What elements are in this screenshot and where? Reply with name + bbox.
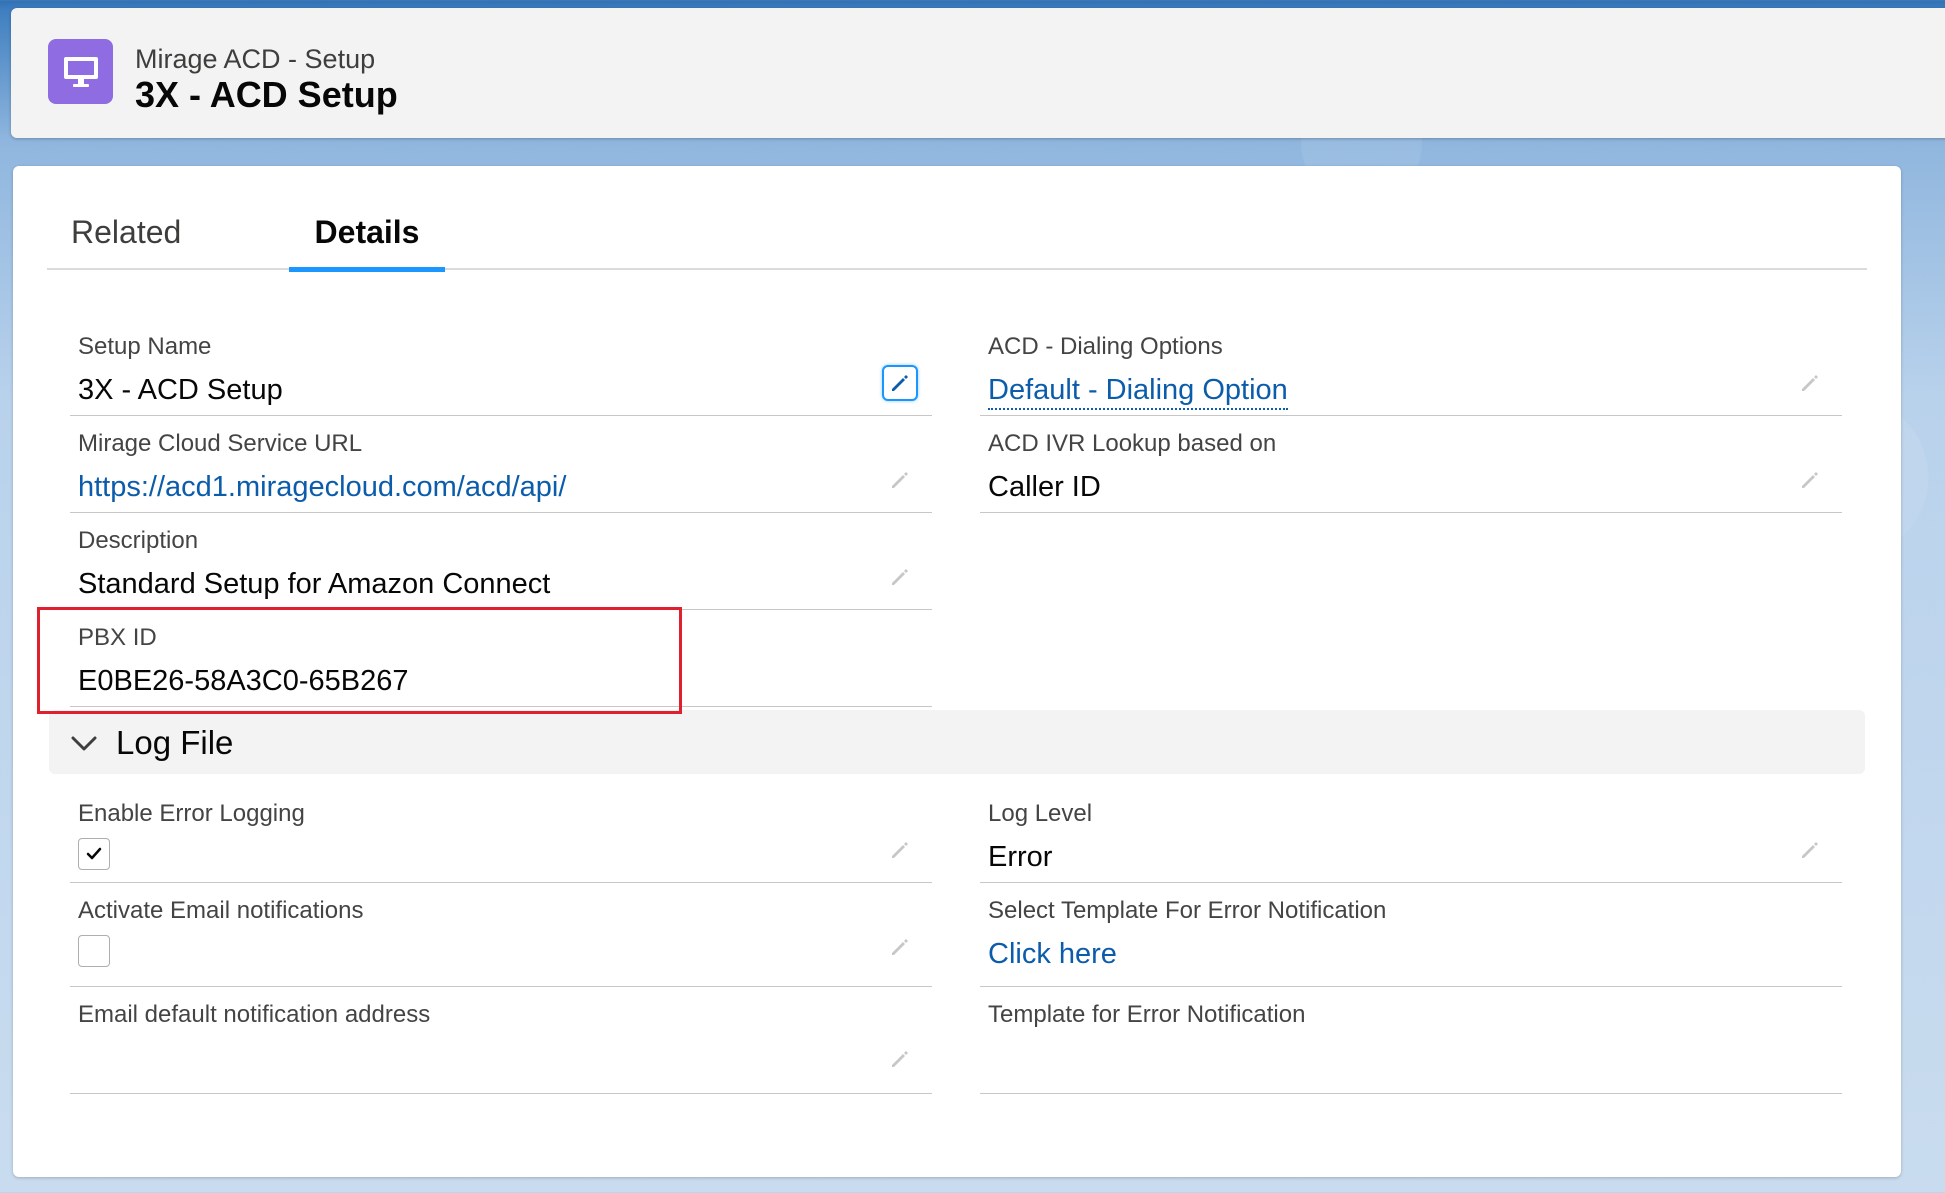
- pencil-icon: [892, 472, 908, 488]
- edit-error-logging-button[interactable]: [882, 832, 918, 868]
- desktop-icon: [48, 39, 113, 104]
- field-enable-error-logging: Enable Error Logging: [70, 786, 932, 883]
- tab-related[interactable]: Related: [71, 208, 181, 270]
- field-pbx-id: PBX ID E0BE26-58A3C0-65B267: [70, 610, 932, 707]
- field-label: Template for Error Notification: [988, 1001, 1306, 1028]
- edit-dialing-options-button[interactable]: [1792, 365, 1828, 401]
- pencil-icon: [892, 569, 908, 585]
- field-label: ACD IVR Lookup based on: [988, 430, 1277, 457]
- checkmark-icon: [86, 847, 102, 860]
- pencil-icon: [892, 842, 908, 858]
- field-dialing-options: ACD - Dialing Options Default - Dialing …: [980, 319, 1842, 416]
- field-value: Error: [988, 841, 1053, 873]
- field-value: Standard Setup for Amazon Connect: [78, 568, 551, 600]
- field-email-address: Email default notification address: [70, 987, 932, 1094]
- field-activate-email: Activate Email notifications: [70, 883, 932, 987]
- section-title: Log File: [116, 724, 234, 761]
- field-label: Enable Error Logging: [78, 800, 305, 827]
- record-title: 3X - ACD Setup: [135, 74, 398, 115]
- field-ivr-lookup: ACD IVR Lookup based on Caller ID: [980, 416, 1842, 513]
- edit-log-level-button[interactable]: [1792, 832, 1828, 868]
- edit-ivr-lookup-button[interactable]: [1792, 462, 1828, 498]
- pencil-icon: [1802, 842, 1818, 858]
- edit-service-url-button[interactable]: [882, 462, 918, 498]
- field-label: ACD - Dialing Options: [988, 333, 1223, 360]
- field-select-template: Select Template For Error Notification C…: [980, 883, 1842, 987]
- pencil-icon: [892, 375, 908, 391]
- click-here-link[interactable]: Click here: [988, 938, 1117, 971]
- field-label: Log Level: [988, 800, 1093, 827]
- field-description: Description Standard Setup for Amazon Co…: [70, 513, 932, 610]
- field-log-level: Log Level Error: [980, 786, 1842, 883]
- dialing-option-link[interactable]: Default - Dialing Option: [988, 374, 1288, 410]
- edit-activate-email-button[interactable]: [882, 929, 918, 965]
- field-template: Template for Error Notification: [980, 987, 1842, 1094]
- edit-setup-name-button[interactable]: [882, 365, 918, 401]
- pencil-icon: [892, 1051, 908, 1067]
- field-label: Select Template For Error Notification: [988, 897, 1387, 924]
- activate-email-checkbox[interactable]: [78, 935, 110, 967]
- field-value: 3X - ACD Setup: [78, 374, 283, 406]
- enable-error-logging-checkbox[interactable]: [78, 838, 110, 870]
- field-label: Activate Email notifications: [78, 897, 364, 924]
- field-service-url: Mirage Cloud Service URL https://acd1.mi…: [70, 416, 932, 513]
- pencil-icon: [1802, 375, 1818, 391]
- field-label: Setup Name: [78, 333, 212, 360]
- chevron-down-icon: [71, 736, 97, 751]
- field-setup-name: Setup Name 3X - ACD Setup: [70, 319, 932, 416]
- field-value: Caller ID: [988, 471, 1101, 503]
- edit-email-address-button[interactable]: [882, 1041, 918, 1077]
- record-type-label: Mirage ACD - Setup: [135, 44, 376, 74]
- pencil-icon: [892, 939, 908, 955]
- record-header: Mirage ACD - Setup 3X - ACD Setup: [11, 8, 1945, 138]
- tab-bar: Related Details: [47, 208, 1867, 272]
- field-label: PBX ID: [78, 624, 157, 651]
- log-file-section-header[interactable]: Log File: [49, 710, 1865, 774]
- pencil-icon: [1802, 472, 1818, 488]
- field-label: Description: [78, 527, 199, 554]
- tab-details[interactable]: Details: [289, 208, 445, 272]
- field-value: E0BE26-58A3C0-65B267: [78, 665, 409, 697]
- details-card: Related Details Setup Name 3X - ACD Setu…: [13, 166, 1901, 1177]
- field-label: Email default notification address: [78, 1001, 431, 1028]
- service-url-link[interactable]: https://acd1.miragecloud.com/acd/api/: [78, 471, 566, 504]
- field-label: Mirage Cloud Service URL: [78, 430, 363, 457]
- edit-description-button[interactable]: [882, 559, 918, 595]
